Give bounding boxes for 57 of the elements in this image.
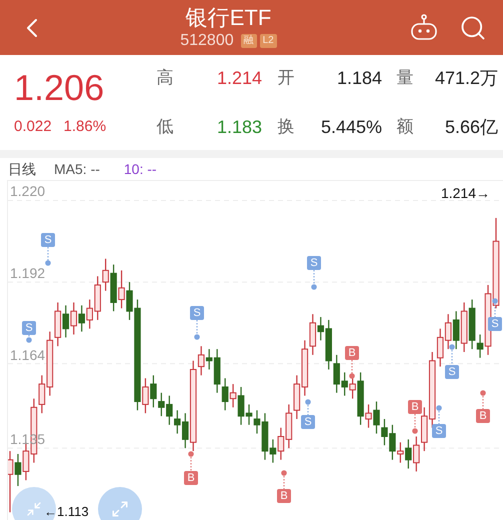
stat-label: 低 [156,116,174,138]
low-price-label: ←1.113 [44,504,89,520]
price-change: 0.022 [14,117,52,138]
stat-value: 1.183 [216,116,262,138]
stock-code: 512800 [180,30,234,50]
stat-value: 5.66亿 [444,116,498,138]
sell-marker[interactable]: S [41,233,55,247]
axis-label: 1.220 [10,183,46,200]
marker-leader-line [311,270,317,290]
buy-marker[interactable]: B [184,471,198,485]
stat-label: 开 [276,67,296,90]
sell-marker[interactable]: S [307,256,321,270]
current-price: 1.206 [14,66,106,110]
expand-icon [111,500,129,518]
ma5-label: MA5: -- [54,160,100,178]
stat-value: 1.214 [216,66,262,90]
high-price-label: 1.214→ [440,184,490,203]
search-icon[interactable] [459,14,487,42]
buy-marker[interactable]: B [277,489,291,503]
stat-value: 471.2万 [434,66,498,90]
robot-icon[interactable] [409,12,439,42]
sell-marker[interactable]: S [432,424,446,438]
marker-leader-line [449,344,455,365]
marker-leader-line [45,247,51,266]
tag: 融 [240,34,257,48]
page-title: 银行ETF [186,4,272,30]
marker-leader-line [436,405,442,424]
period-label: 日线 [8,160,36,178]
marker-leader-line [194,320,200,340]
marker-leader-line [492,298,498,317]
marker-leader-line [349,360,355,379]
axis-label: 1.164 [10,346,46,363]
marker-leader-line [281,470,287,489]
axis-label: 1.192 [10,265,46,282]
ma10-label: 10: -- [124,160,157,178]
sell-marker[interactable]: S [301,415,315,429]
marker-leader-line [480,390,486,409]
buy-marker[interactable]: B [408,400,422,414]
stat-value: 5.445% [320,116,382,138]
buy-marker[interactable]: B [476,409,490,423]
collapse-icon [26,501,42,517]
stat-label: 高 [156,67,174,90]
stat-label: 量 [396,67,414,90]
marker-leader-line [305,399,311,415]
sell-marker[interactable]: S [488,317,502,331]
marker-leader-line [412,414,418,434]
sell-marker[interactable]: S [190,306,204,320]
stat-label: 额 [396,116,414,138]
sell-marker[interactable]: S [445,365,459,379]
marker-leader-line [188,451,194,471]
tag: L2 [260,34,277,48]
stat-value: 1.184 [336,66,382,90]
percent-change: 1.86% [64,117,106,138]
stat-label: 换 [276,116,296,138]
marker-leader-line [26,335,32,343]
buy-marker[interactable]: B [345,346,359,360]
sell-marker[interactable]: S [22,321,36,335]
